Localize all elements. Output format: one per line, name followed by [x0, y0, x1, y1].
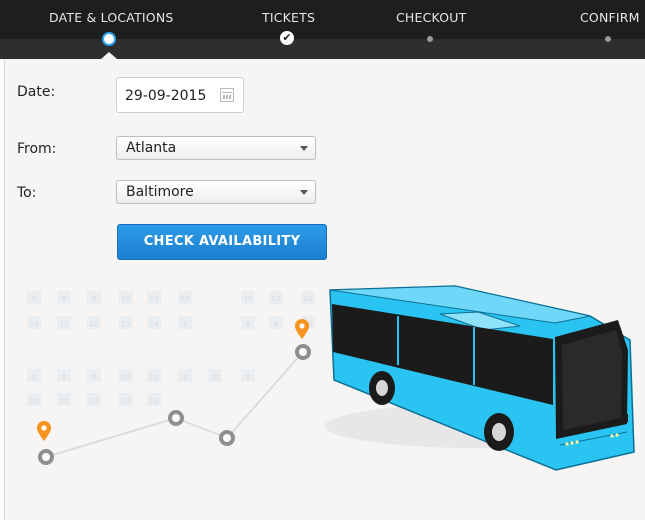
calendar-tile-number: 8 [246, 320, 250, 328]
route-stop-icon [168, 410, 184, 426]
calendar-tile-number: 13 [272, 295, 281, 303]
check-availability-button[interactable]: CHECK AVAILABILITY [117, 224, 327, 260]
chevron-down-icon [300, 146, 308, 151]
calendar-tile-number: 11 [60, 397, 69, 405]
origin-pin-icon [37, 421, 51, 441]
to-value: Baltimore [126, 184, 194, 200]
route-line [45, 351, 304, 458]
calendar-tile-number: 12 [244, 295, 253, 303]
calendar-tile-number: 11 [150, 295, 159, 303]
route-stop-icon [295, 344, 311, 360]
calendar-tile-number: 8 [213, 373, 217, 381]
calendar-tile-number: 8 [62, 295, 66, 303]
date-label: Date: [17, 84, 56, 100]
booking-wizard: DATE & LOCATIONS TICKETS ✔ CHECKOUT CONF… [0, 0, 645, 520]
chevron-down-icon [300, 190, 308, 195]
calendar-tile-number: 12 [90, 320, 99, 328]
calendar-tile-number: 14 [150, 320, 159, 328]
calendar-tile-number: 10 [122, 295, 131, 303]
calendar-tile-number: 1 [32, 295, 36, 303]
calendar-tile-number: 10 [30, 397, 39, 405]
date-field[interactable]: 29-09-2015 [116, 77, 244, 113]
calendar-tile-number: 13 [122, 320, 131, 328]
date-value: 29-09-2015 [125, 88, 207, 104]
calendar-tile-number: 1 [183, 320, 187, 328]
calendar-tile-number: 10 [122, 373, 131, 381]
calendar-tile-number: 9 [92, 373, 96, 381]
calendar-tile-number: 9 [274, 320, 278, 328]
calendar-tile-number: 13 [150, 397, 159, 405]
from-value: Atlanta [126, 140, 177, 156]
calendar-tile-number: 1 [32, 373, 36, 381]
route-stop-icon [219, 430, 235, 446]
calendar-tile-number: 1 [183, 373, 187, 381]
to-select[interactable]: Baltimore [116, 180, 316, 204]
calendar-tile-number: 9 [92, 295, 96, 303]
from-select[interactable]: Atlanta [116, 136, 316, 160]
calendar-tile-number: 8 [62, 373, 66, 381]
calendar-icon[interactable] [220, 88, 234, 102]
calendar-tile-number: 14 [304, 295, 313, 303]
bus-route-illustration: 1 8 9 10 11 12 12 13 14 1 8 9 10 11 12 12 13 14 1 8 9 10 11 12 1… [27, 285, 635, 471]
calendar-tile-number: 12 [181, 295, 190, 303]
calendar-tile-number: 9 [246, 373, 250, 381]
route-stop-icon [38, 449, 54, 465]
to-label: To: [17, 185, 37, 201]
calendar-tile-number: 12 [90, 397, 99, 405]
calendar-tile-number: 12 [60, 320, 69, 328]
destination-pin-icon [295, 319, 309, 339]
calendar-tile-number: 12 [122, 397, 131, 405]
bus-icon [325, 285, 635, 471]
calendar-tile-number: 11 [150, 373, 159, 381]
calendar-tile-number: 11 [30, 320, 39, 328]
from-label: From: [17, 141, 57, 157]
